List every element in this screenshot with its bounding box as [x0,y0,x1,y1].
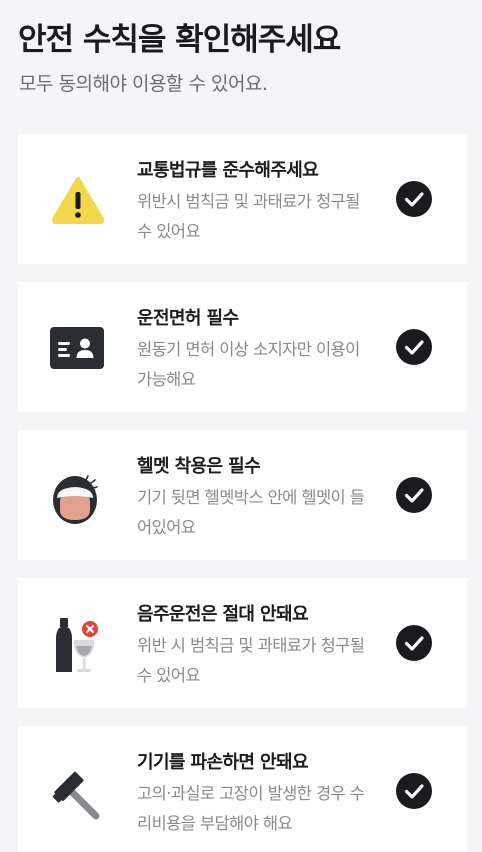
check-button[interactable] [396,329,432,365]
check-button[interactable] [396,625,432,661]
rule-description: 기기 뒷면 헬멧박스 안에 헬멧이 들어있어요 [137,488,365,537]
rule-title: 기기를 파손하면 안돼요 [137,752,309,773]
no-alcohol-icon [48,614,108,674]
rule-description: 원동기 면허 이상 소지자만 이용이 가능해요 [137,340,360,389]
rule-title: 음주운전은 절대 안돼요 [137,604,309,625]
rule-card-traffic-law[interactable]: 교통법규를 준수해주세요 위반시 범칙금 및 과태료가 청구될 수 있어요 [18,134,467,264]
checkmark-icon [404,784,424,799]
rule-title: 교통법규를 준수해주세요 [137,160,319,181]
warning-triangle-icon [48,170,108,230]
rule-description: 위반 시 범칙금 및 과태료가 청구될 수 있어요 [137,636,365,685]
checkmark-icon [404,488,424,503]
page-title: 안전 수칙을 확인해주세요 [18,22,341,58]
license-card-icon [48,318,108,378]
page-subtitle: 모두 동의해야 이용할 수 있어요. [19,73,268,95]
check-button[interactable] [396,477,432,513]
helmet-person-icon [48,466,108,526]
rule-card-no-drunk-driving[interactable]: 음주운전은 절대 안돼요 위반 시 범칙금 및 과태료가 청구될 수 있어요 [18,578,467,708]
rule-card-no-damage[interactable]: 기기를 파손하면 안돼요 고의·과실로 고장이 발생한 경우 수리비용을 부담해… [18,726,467,852]
checkmark-icon [404,192,424,207]
rule-card-license[interactable]: 운전면허 필수 원동기 면허 이상 소지자만 이용이 가능해요 [18,282,467,412]
rule-title: 헬멧 착용은 필수 [137,456,261,477]
rule-title: 운전면허 필수 [137,308,239,329]
hammer-icon [48,762,108,822]
safety-rules-screen: 안전 수칙을 확인해주세요 모두 동의해야 이용할 수 있어요. 교통법규를 준… [0,0,482,852]
check-button[interactable] [396,181,432,217]
checkmark-icon [404,636,424,651]
check-button[interactable] [396,773,432,809]
rule-description: 위반시 범칙금 및 과태료가 청구될 수 있어요 [137,192,360,241]
rule-description: 고의·과실로 고장이 발생한 경우 수리비용을 부담해야 해요 [137,784,365,833]
rule-card-helmet[interactable]: 헬멧 착용은 필수 기기 뒷면 헬멧박스 안에 헬멧이 들어있어요 [18,430,467,560]
checkmark-icon [404,340,424,355]
